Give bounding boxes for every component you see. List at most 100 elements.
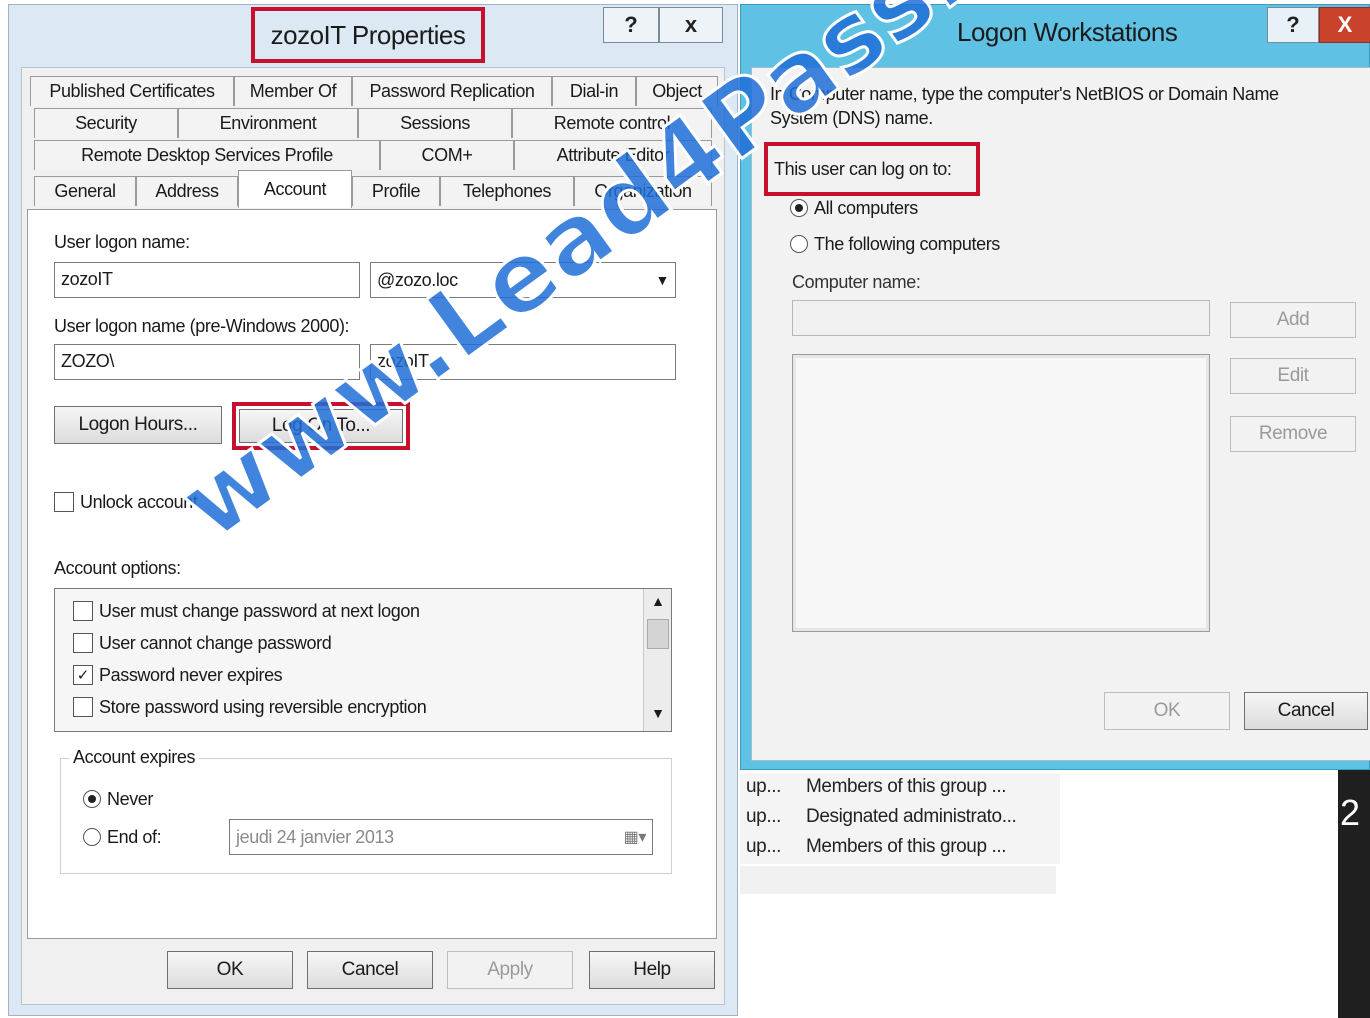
computer-name-label: Computer name:	[792, 272, 921, 292]
background-list-desc: Members of this group ...	[806, 776, 1007, 797]
tab-security[interactable]: Security	[34, 108, 178, 138]
background-window: up... Members of this group ... up... De…	[740, 770, 1340, 1018]
pre2000-domain-field: ZOZO\	[54, 344, 360, 380]
logon-hours-button[interactable]: Logon Hours...	[54, 406, 222, 444]
scroll-down-icon[interactable]: ▼	[644, 705, 672, 727]
tab-attribute-editor[interactable]: Attribute Editor	[514, 140, 712, 170]
tab-dial-in[interactable]: Dial-in	[552, 76, 636, 106]
tab-published-certificates[interactable]: Published Certificates	[30, 76, 234, 106]
can-log-on-highlight: This user can log on to:	[764, 142, 980, 196]
tab-sessions[interactable]: Sessions	[358, 108, 512, 138]
end-of-row[interactable]: End of:	[83, 821, 162, 853]
user-logon-name-input[interactable]: zozoIT	[54, 262, 360, 298]
option-must-change-password[interactable]: User must change password at next logon	[73, 595, 420, 627]
option-checkbox[interactable]	[73, 697, 93, 717]
following-computers-row[interactable]: The following computers	[790, 228, 1000, 260]
background-list-row[interactable]: up... Members of this group ...	[740, 774, 1060, 804]
scroll-up-icon[interactable]: ▲	[644, 593, 672, 615]
logon-client-area: In Computer name, type the computer's Ne…	[751, 67, 1370, 761]
logon-help-button[interactable]: ?	[1267, 7, 1319, 43]
add-button[interactable]: Add	[1230, 302, 1356, 338]
tab-general[interactable]: General	[34, 176, 136, 206]
computer-name-input[interactable]	[792, 300, 1210, 336]
tab-environment[interactable]: Environment	[178, 108, 358, 138]
option-label: Store password using reversible encrypti…	[99, 696, 427, 717]
logon-title: Logon Workstations	[957, 17, 1178, 47]
all-computers-row[interactable]: All computers	[790, 192, 918, 224]
unlock-account-label: Unlock account	[80, 491, 198, 512]
unlock-account-row[interactable]: Unlock account	[54, 486, 198, 518]
pre2000-label: User logon name (pre-Windows 2000):	[54, 316, 350, 336]
unlock-account-checkbox[interactable]	[54, 492, 74, 512]
background-list-desc: Members of this group ...	[806, 836, 1007, 857]
pre2000-user-input[interactable]: zozoIT	[370, 344, 676, 380]
upn-suffix-value: @zozo.loc	[377, 269, 458, 290]
end-of-date-value: jeudi 24 janvier 2013	[236, 826, 394, 847]
background-list-row-empty	[740, 866, 1056, 894]
option-cannot-change-password[interactable]: User cannot change password	[73, 627, 332, 659]
background-list-row[interactable]: up... Designated administrato...	[740, 804, 1060, 834]
end-of-radio[interactable]	[83, 828, 101, 846]
logon-cancel-button[interactable]: Cancel	[1244, 692, 1368, 730]
help-button[interactable]: Help	[589, 951, 715, 989]
calendar-icon[interactable]: ▦▾	[624, 827, 647, 847]
can-log-on-label: This user can log on to:	[774, 158, 952, 179]
never-row[interactable]: Never	[83, 783, 153, 815]
option-checkbox[interactable]	[73, 633, 93, 653]
tab-remote-control[interactable]: Remote control	[512, 108, 712, 138]
tab-telephones[interactable]: Telephones	[440, 176, 574, 206]
cancel-button[interactable]: Cancel	[307, 951, 433, 989]
edit-button[interactable]: Edit	[1230, 358, 1356, 394]
logon-workstations-dialog: Logon Workstations ? X In Computer name,…	[740, 4, 1370, 770]
apply-button[interactable]: Apply	[447, 951, 573, 989]
account-expires-label: Account expires	[69, 747, 200, 768]
background-list-type: up...	[746, 776, 781, 797]
background-list-type: up...	[746, 806, 781, 827]
account-options-label: Account options:	[54, 558, 181, 578]
tab-com-plus[interactable]: COM+	[380, 140, 514, 170]
tab-member-of[interactable]: Member Of	[234, 76, 352, 106]
tab-address[interactable]: Address	[136, 176, 238, 206]
tab-remote-desktop-services-profile[interactable]: Remote Desktop Services Profile	[34, 140, 380, 170]
option-label: User must change password at next logon	[99, 600, 420, 621]
account-tab-panel: User logon name: zozoIT @zozo.loc ▼ User…	[27, 209, 717, 939]
options-scrollbar[interactable]: ▲ ▼	[643, 589, 671, 731]
tab-organization[interactable]: Organization	[574, 176, 712, 206]
properties-title: zozoIT Properties	[270, 19, 466, 50]
log-on-to-button[interactable]: Log On To...	[239, 409, 403, 443]
option-checkbox[interactable]	[73, 601, 93, 621]
following-computers-radio[interactable]	[790, 235, 808, 253]
option-label: Password never expires	[99, 664, 283, 685]
logon-close-button[interactable]: X	[1319, 7, 1370, 43]
background-dark-edge: 2	[1338, 768, 1370, 1018]
account-options-listbox[interactable]: User must change password at next logon …	[54, 588, 672, 732]
computer-list-box[interactable]	[792, 354, 1210, 632]
logon-ok-button[interactable]: OK	[1104, 692, 1230, 730]
logon-instruction: In Computer name, type the computer's Ne…	[770, 84, 1279, 128]
checkmark-icon: ✓	[76, 666, 90, 684]
tab-password-replication[interactable]: Password Replication	[352, 76, 552, 106]
upn-suffix-select[interactable]: @zozo.loc ▼	[370, 262, 676, 298]
properties-help-button[interactable]: ?	[603, 7, 659, 43]
properties-dialog: zozoIT Properties ? x Published Certific…	[8, 4, 738, 1016]
all-computers-label: All computers	[814, 197, 918, 218]
tab-account[interactable]: Account	[238, 170, 352, 208]
option-password-never-expires[interactable]: ✓ Password never expires	[73, 659, 283, 691]
account-expires-group: Account expires Never End of: jeudi 24 j…	[60, 747, 672, 874]
never-radio[interactable]	[83, 790, 101, 808]
background-list-row[interactable]: up... Members of this group ...	[740, 834, 1060, 864]
properties-close-button[interactable]: x	[659, 7, 723, 43]
option-checkbox-checked[interactable]: ✓	[73, 665, 93, 685]
ok-button[interactable]: OK	[167, 951, 293, 989]
tab-profile[interactable]: Profile	[352, 176, 440, 206]
properties-title-highlight: zozoIT Properties	[251, 7, 485, 63]
log-on-to-highlight: Log On To...	[232, 402, 410, 450]
background-edge-text: 2	[1340, 792, 1361, 833]
all-computers-radio[interactable]	[790, 199, 808, 217]
chevron-down-icon: ▼	[655, 272, 670, 288]
scroll-thumb[interactable]	[647, 619, 669, 649]
option-reversible-encryption[interactable]: Store password using reversible encrypti…	[73, 691, 427, 723]
remove-button[interactable]: Remove	[1230, 416, 1356, 452]
tab-object[interactable]: Object	[636, 76, 718, 106]
end-of-date-picker[interactable]: jeudi 24 janvier 2013 ▦▾	[229, 819, 653, 855]
